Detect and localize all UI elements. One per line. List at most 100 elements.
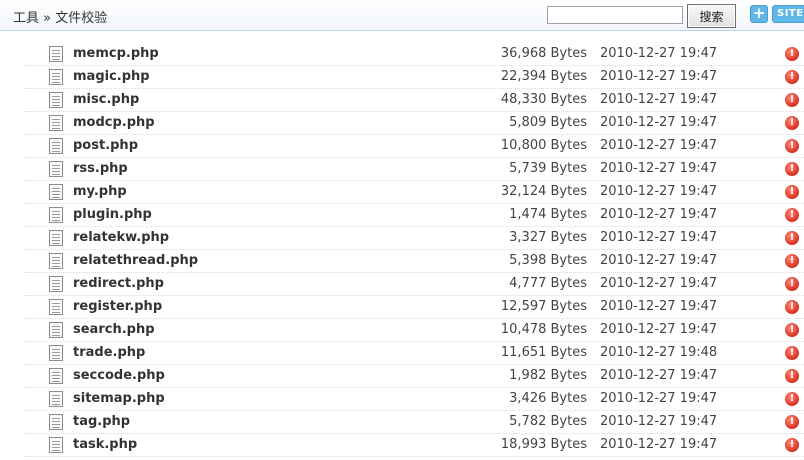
- file-date: 2010-12-27 19:47: [600, 276, 718, 291]
- file-size: 32,124 Bytes: [500, 184, 587, 199]
- document-icon: [49, 299, 63, 315]
- file-name: task.php: [73, 437, 138, 452]
- warning-icon[interactable]: !: [785, 415, 799, 429]
- file-name: sitemap.php: [73, 391, 165, 406]
- site-button[interactable]: SITE: [772, 5, 804, 23]
- file-row: redirect.php 4,777 Bytes 2010-12-27 19:4…: [24, 273, 804, 296]
- warning-icon[interactable]: !: [785, 70, 799, 84]
- document-icon: [49, 138, 63, 154]
- file-row: my.php 32,124 Bytes 2010-12-27 19:47 !: [24, 181, 804, 204]
- search-input[interactable]: [547, 6, 683, 24]
- file-size: 5,398 Bytes: [509, 253, 587, 268]
- file-date: 2010-12-27 19:47: [600, 414, 718, 429]
- file-row: trade.php 11,651 Bytes 2010-12-27 19:48 …: [24, 342, 804, 365]
- file-size: 5,739 Bytes: [509, 161, 587, 176]
- warning-icon[interactable]: !: [785, 93, 799, 107]
- document-icon: [49, 207, 63, 223]
- file-date: 2010-12-27 19:47: [600, 391, 718, 406]
- file-date: 2010-12-27 19:48: [600, 345, 718, 360]
- warning-icon[interactable]: !: [785, 208, 799, 222]
- file-date: 2010-12-27 19:47: [600, 161, 718, 176]
- file-name: seccode.php: [73, 368, 165, 383]
- document-icon: [49, 184, 63, 200]
- warning-icon[interactable]: !: [785, 139, 799, 153]
- top-bar: 工具 » 文件校验 搜索 + SITE: [0, 0, 804, 31]
- file-date: 2010-12-27 19:47: [600, 92, 718, 107]
- file-name: redirect.php: [73, 276, 164, 291]
- document-icon: [49, 253, 63, 269]
- file-size: 18,993 Bytes: [500, 437, 587, 452]
- file-size: 48,330 Bytes: [500, 92, 587, 107]
- warning-icon[interactable]: !: [785, 346, 799, 360]
- file-row: magic.php 22,394 Bytes 2010-12-27 19:47 …: [24, 66, 804, 89]
- file-size: 4,777 Bytes: [509, 276, 587, 291]
- file-size: 1,474 Bytes: [509, 207, 587, 222]
- file-size: 5,782 Bytes: [509, 414, 587, 429]
- file-date: 2010-12-27 19:47: [600, 253, 718, 268]
- file-name: misc.php: [73, 92, 140, 107]
- file-name: tag.php: [73, 414, 131, 429]
- file-row: relatethread.php 5,398 Bytes 2010-12-27 …: [24, 250, 804, 273]
- file-date: 2010-12-27 19:47: [600, 322, 718, 337]
- file-date: 2010-12-27 19:47: [600, 115, 718, 130]
- warning-icon[interactable]: !: [785, 162, 799, 176]
- warning-icon[interactable]: !: [785, 185, 799, 199]
- file-name: trade.php: [73, 345, 146, 360]
- file-name: memcp.php: [73, 46, 159, 61]
- document-icon: [49, 437, 63, 453]
- file-size: 3,327 Bytes: [509, 230, 587, 245]
- warning-icon[interactable]: !: [785, 116, 799, 130]
- document-icon: [49, 368, 63, 384]
- file-row: task.php 18,993 Bytes 2010-12-27 19:47 !: [24, 434, 804, 457]
- file-row: tag.php 5,782 Bytes 2010-12-27 19:47 !: [24, 411, 804, 434]
- warning-icon[interactable]: !: [785, 254, 799, 268]
- warning-icon[interactable]: !: [785, 300, 799, 314]
- file-date: 2010-12-27 19:47: [600, 437, 718, 452]
- file-row: plugin.php 1,474 Bytes 2010-12-27 19:47 …: [24, 204, 804, 227]
- search-button[interactable]: 搜索: [687, 4, 736, 28]
- file-date: 2010-12-27 19:47: [600, 184, 718, 199]
- file-name: relatethread.php: [73, 253, 199, 268]
- file-size: 12,597 Bytes: [500, 299, 587, 314]
- file-size: 3,426 Bytes: [509, 391, 587, 406]
- warning-icon[interactable]: !: [785, 323, 799, 337]
- warning-icon[interactable]: !: [785, 369, 799, 383]
- file-name: plugin.php: [73, 207, 152, 222]
- file-size: 36,968 Bytes: [500, 46, 587, 61]
- warning-icon[interactable]: !: [785, 231, 799, 245]
- warning-icon[interactable]: !: [785, 438, 799, 452]
- file-date: 2010-12-27 19:47: [600, 69, 718, 84]
- file-row: memcp.php 36,968 Bytes 2010-12-27 19:47 …: [24, 43, 804, 66]
- file-name: relatekw.php: [73, 230, 170, 245]
- file-row: register.php 12,597 Bytes 2010-12-27 19:…: [24, 296, 804, 319]
- document-icon: [49, 345, 63, 361]
- file-name: post.php: [73, 138, 138, 153]
- warning-icon[interactable]: !: [785, 47, 799, 61]
- file-name: magic.php: [73, 69, 150, 84]
- add-icon[interactable]: +: [750, 5, 768, 23]
- file-size: 10,800 Bytes: [500, 138, 587, 153]
- file-date: 2010-12-27 19:47: [600, 207, 718, 222]
- file-size: 1,982 Bytes: [509, 368, 587, 383]
- file-date: 2010-12-27 19:47: [600, 138, 718, 153]
- file-list: memcp.php 36,968 Bytes 2010-12-27 19:47 …: [0, 43, 804, 457]
- warning-icon[interactable]: !: [785, 392, 799, 406]
- file-size: 10,478 Bytes: [500, 322, 587, 337]
- file-row: search.php 10,478 Bytes 2010-12-27 19:47…: [24, 319, 804, 342]
- document-icon: [49, 92, 63, 108]
- document-icon: [49, 115, 63, 131]
- document-icon: [49, 230, 63, 246]
- file-name: search.php: [73, 322, 155, 337]
- file-name: rss.php: [73, 161, 128, 176]
- file-name: register.php: [73, 299, 163, 314]
- file-row: misc.php 48,330 Bytes 2010-12-27 19:47 !: [24, 89, 804, 112]
- file-date: 2010-12-27 19:47: [600, 46, 718, 61]
- file-row: rss.php 5,739 Bytes 2010-12-27 19:47 !: [24, 158, 804, 181]
- file-row: seccode.php 1,982 Bytes 2010-12-27 19:47…: [24, 365, 804, 388]
- document-icon: [49, 322, 63, 338]
- file-row: sitemap.php 3,426 Bytes 2010-12-27 19:47…: [24, 388, 804, 411]
- file-size: 5,809 Bytes: [509, 115, 587, 130]
- warning-icon[interactable]: !: [785, 277, 799, 291]
- file-name: my.php: [73, 184, 127, 199]
- file-row: modcp.php 5,809 Bytes 2010-12-27 19:47 !: [24, 112, 804, 135]
